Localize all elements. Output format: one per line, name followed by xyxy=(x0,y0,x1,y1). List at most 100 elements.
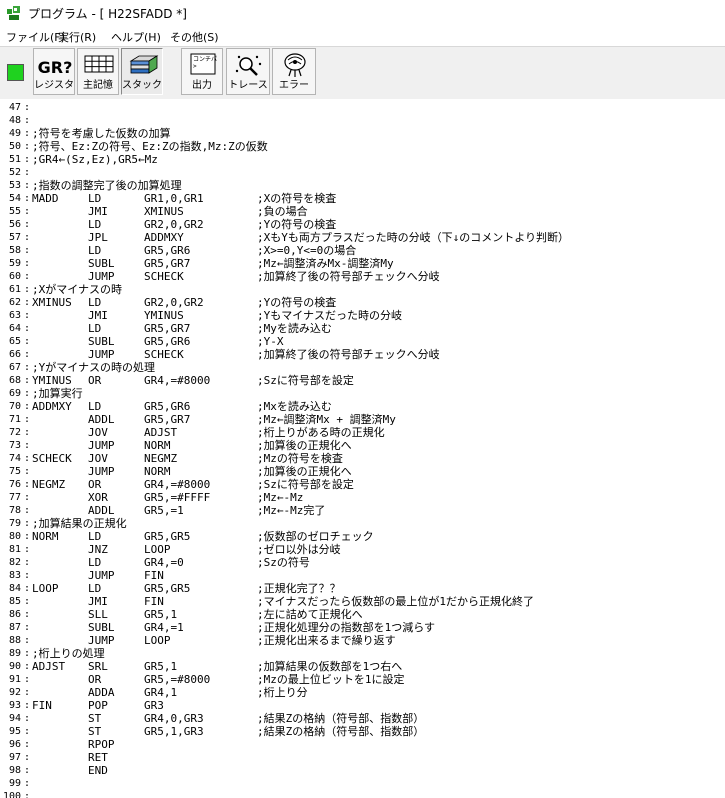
line-number: 74: xyxy=(0,452,30,465)
line-number-text: 96 xyxy=(8,739,21,750)
line-number-text: 50 xyxy=(8,141,21,152)
code-label: ADDMXY xyxy=(32,400,72,413)
code-opcode: JUMP xyxy=(88,465,115,478)
code-comment: ;Xの符号を検査 xyxy=(257,192,337,205)
line-number-text: 95 xyxy=(8,726,21,737)
line-number: 47: xyxy=(0,101,30,114)
output-button[interactable]: コンチパ > 出力 xyxy=(181,48,223,95)
code-operand: FIN xyxy=(144,595,164,608)
code-operand: GR4,=#8000 xyxy=(144,374,211,387)
line-number-text: 98 xyxy=(8,765,21,776)
code-comment: ;Yの符号の検査 xyxy=(257,296,337,309)
code-opcode: END xyxy=(88,764,108,777)
code-comment: ;Mxを読み込む xyxy=(257,400,332,413)
code-comment-line: ;指数の調整完了後の加算処理 xyxy=(32,179,182,192)
line-number: 86: xyxy=(0,608,30,621)
code-comment-line: ;GR4←(Sz,Ez),GR5←Mz xyxy=(32,153,158,166)
line-separator: : xyxy=(24,323,31,334)
app-icon xyxy=(7,6,20,20)
menu-help[interactable]: ヘルプ(H) xyxy=(111,29,161,45)
code-operand: GR5,=#FFFF xyxy=(144,491,211,504)
line-separator: : xyxy=(24,219,31,230)
menu-other[interactable]: その他(S) xyxy=(170,29,219,45)
line-number: 94: xyxy=(0,712,31,725)
code-opcode: JMI xyxy=(88,205,108,218)
code-opcode: XOR xyxy=(88,491,108,504)
menu-file[interactable]: ファイル(F) xyxy=(6,29,65,45)
line-number: 66: xyxy=(0,348,30,361)
code-area[interactable]: ;符号を考慮した仮数の加算 ;符号、Ez:Zの符号、Ez:Zの指数,Mz:Zの仮数… xyxy=(32,99,722,798)
code-opcode: LD xyxy=(88,244,102,257)
line-separator: : xyxy=(24,700,31,711)
trace-button[interactable]: トレース xyxy=(226,48,270,95)
code-opcode: RET xyxy=(88,751,108,764)
code-comment: ;Mzの最上位ビットを1に設定 xyxy=(257,673,405,686)
code-operand: GR4,=#8000 xyxy=(144,478,211,491)
register-button[interactable]: GR? レジスタ xyxy=(33,48,75,95)
line-number: 97: xyxy=(0,751,30,764)
menu-run[interactable]: 実行(R) xyxy=(58,29,96,45)
code-comment: ;Szに符号部を設定 xyxy=(257,478,354,491)
line-number: 67: xyxy=(0,361,30,374)
code-label: NORM xyxy=(32,530,59,543)
line-number-text: 53 xyxy=(8,180,21,191)
code-opcode: ST xyxy=(88,725,102,738)
code-opcode: LD xyxy=(88,296,102,309)
line-number: 57: xyxy=(0,231,30,244)
line-number: 73: xyxy=(0,439,30,452)
code-operand: GR5,1,GR3 xyxy=(144,725,204,738)
line-number-text: 63 xyxy=(8,310,21,321)
line-number: 84: xyxy=(0,582,30,595)
code-opcode: OR xyxy=(88,478,102,491)
code-opcode: ADDL xyxy=(88,413,115,426)
line-number-text: 79 xyxy=(8,518,21,529)
line-separator: : xyxy=(24,258,31,269)
line-number: 88: xyxy=(0,634,30,647)
code-label: ADJST xyxy=(32,660,66,673)
line-number-text: 52 xyxy=(8,167,21,178)
line-separator: : xyxy=(24,492,31,503)
line-number-text: 78 xyxy=(8,505,21,516)
line-separator: : xyxy=(24,154,31,165)
code-comment: ;Mz←-Mz xyxy=(257,491,304,504)
code-operand: GR5,GR6 xyxy=(144,400,191,413)
line-separator: : xyxy=(24,206,31,217)
code-opcode: SLL xyxy=(88,608,108,621)
code-comment: ;X>=0,Y<=0の場合 xyxy=(257,244,357,257)
code-editor[interactable]: 47:48:49:50:51:52:53:54:55:56:57:58:59:6… xyxy=(0,99,725,798)
memory-button[interactable]: 主記憶 xyxy=(77,48,119,95)
code-opcode: LD xyxy=(88,192,102,205)
code-operand: GR2,0,GR2 xyxy=(144,296,204,309)
code-opcode: SRL xyxy=(88,660,108,673)
code-operand: SCHECK xyxy=(144,348,184,361)
stack-button[interactable]: スタック xyxy=(121,48,163,95)
line-separator: : xyxy=(24,401,31,412)
line-number: 87: xyxy=(0,621,30,634)
code-comment: ;Mz←調整済Mx + 調整済My xyxy=(257,413,396,426)
line-number-text: 70 xyxy=(8,401,21,412)
line-separator: : xyxy=(24,713,31,724)
code-comment: ;仮数部のゼロチェック xyxy=(257,530,374,543)
line-number-text: 99 xyxy=(8,778,21,789)
line-number: 54: xyxy=(0,192,30,205)
line-separator: : xyxy=(24,726,31,737)
line-number-text: 59 xyxy=(8,258,21,269)
line-number: 95: xyxy=(0,725,31,738)
line-number-text: 77 xyxy=(8,492,21,503)
line-number-text: 56 xyxy=(8,219,21,230)
line-number-text: 81 xyxy=(8,544,21,555)
code-comment: ;XもYも両方プラスだった時の分岐（下↓のコメントより判断） xyxy=(257,231,570,244)
code-label: XMINUS xyxy=(32,296,72,309)
code-label: MADD xyxy=(32,192,59,205)
code-opcode: LD xyxy=(88,400,102,413)
line-number: 99: xyxy=(0,777,30,790)
line-separator: : xyxy=(24,570,31,581)
code-opcode: JUMP xyxy=(88,348,115,361)
code-operand: ADJST xyxy=(144,426,178,439)
line-number-text: 73 xyxy=(8,440,21,451)
code-operand: ADDMXY xyxy=(144,231,184,244)
error-button[interactable]: エラー xyxy=(272,48,316,95)
line-number: 55: xyxy=(0,205,31,218)
code-comment: ;Szの符号 xyxy=(257,556,310,569)
code-opcode: JNZ xyxy=(88,543,108,556)
